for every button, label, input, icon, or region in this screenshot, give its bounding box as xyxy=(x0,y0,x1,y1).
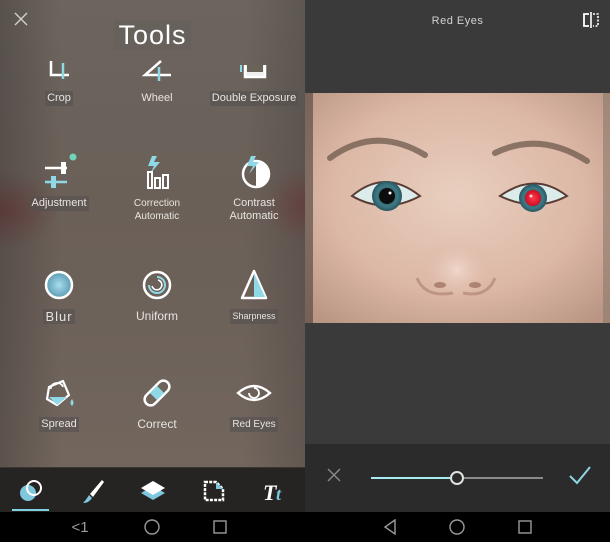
compare-icon xyxy=(583,12,599,28)
home-button[interactable] xyxy=(142,517,162,537)
auto-correction-icon xyxy=(147,156,169,189)
eye-icon xyxy=(236,384,272,402)
double-exposure-icon xyxy=(240,65,267,79)
tool-label: Blur xyxy=(43,309,75,324)
slider-fill xyxy=(371,477,457,479)
tool-uniform[interactable]: Uniform xyxy=(106,265,208,325)
tab-brush[interactable] xyxy=(61,468,122,513)
check-icon xyxy=(569,466,591,485)
tool-label: Correct xyxy=(137,417,177,431)
tool-label: Crop xyxy=(45,91,73,106)
strength-slider[interactable] xyxy=(371,471,543,485)
android-nav-bar-left: <1 xyxy=(0,512,305,542)
back-icon xyxy=(383,519,396,535)
tool-label: Contrast Automatic xyxy=(229,197,279,222)
tool-label: Spread xyxy=(39,417,79,432)
apply-button[interactable] xyxy=(568,464,592,486)
tool-label: Wheel xyxy=(141,92,173,104)
red-eyes-panel: Red Eyes xyxy=(305,0,610,512)
close-icon xyxy=(327,468,341,482)
tool-label: Adjustment xyxy=(29,196,89,211)
panel-title: Red Eyes xyxy=(431,15,484,27)
tool-label: Double Exposure xyxy=(209,91,299,106)
tool-correction-automatic[interactable]: Correction Automatic xyxy=(106,152,208,224)
home-icon xyxy=(449,519,465,535)
tab-layers[interactable] xyxy=(122,468,183,513)
back-button[interactable] xyxy=(380,517,400,537)
tool-double-exposure[interactable]: Double Exposure xyxy=(203,55,305,106)
tab-frames[interactable] xyxy=(183,468,244,513)
tool-wheel[interactable]: Wheel xyxy=(106,55,208,106)
sharpness-icon xyxy=(240,269,268,300)
text-icon: T t xyxy=(263,480,282,505)
brush-icon xyxy=(82,479,104,503)
back-button[interactable]: <1 xyxy=(70,517,90,537)
tool-crop[interactable]: Crop xyxy=(8,55,110,106)
home-icon xyxy=(144,519,160,535)
tool-correct[interactable]: Correct xyxy=(106,373,208,433)
tools-title: Tools xyxy=(0,20,305,51)
auto-contrast-icon xyxy=(241,156,271,189)
tab-text[interactable]: T t xyxy=(244,468,305,513)
tool-sharpness[interactable]: Sharpness xyxy=(203,265,305,324)
home-button[interactable] xyxy=(447,517,467,537)
adjust-controls-bar xyxy=(305,444,610,512)
slider-thumb[interactable] xyxy=(450,471,464,485)
uniform-icon xyxy=(142,270,172,300)
tool-spread[interactable]: Spread xyxy=(8,373,110,432)
wheel-icon xyxy=(141,60,171,81)
tool-red-eyes[interactable]: Red Eyes xyxy=(203,373,305,432)
tool-contrast-automatic[interactable]: Contrast Automatic xyxy=(203,152,305,224)
bottom-tab-bar: T t xyxy=(0,467,305,512)
photo-canvas[interactable] xyxy=(305,93,610,323)
tool-label: Uniform xyxy=(135,309,178,323)
adjustment-sliders-icon xyxy=(45,153,77,188)
cancel-button[interactable] xyxy=(325,466,343,484)
tool-label: Sharpness xyxy=(230,309,278,324)
tab-effects[interactable] xyxy=(0,468,61,513)
new-badge xyxy=(69,153,77,161)
recents-button[interactable] xyxy=(210,517,230,537)
tool-blur[interactable]: Blur xyxy=(8,265,110,326)
back-icon: <1 xyxy=(71,518,89,536)
recents-button[interactable] xyxy=(515,517,535,537)
face-photo xyxy=(305,93,610,323)
recents-icon xyxy=(518,520,532,534)
tool-label: Correction Automatic xyxy=(133,198,181,222)
tools-panel: Tools Crop Wheel Double Exposure Adjustm… xyxy=(0,0,305,542)
tool-adjustment[interactable]: Adjustment xyxy=(8,152,110,211)
bandage-icon xyxy=(143,379,171,407)
frame-icon xyxy=(203,480,224,501)
blur-icon xyxy=(44,270,74,300)
spread-bucket-icon xyxy=(45,379,74,407)
crop-icon xyxy=(49,61,69,79)
nose xyxy=(415,227,497,299)
android-nav-bar-right xyxy=(305,512,610,542)
svg-text:t: t xyxy=(276,484,282,504)
recents-icon xyxy=(213,520,227,534)
tool-label: Red Eyes xyxy=(230,417,278,432)
compare-button[interactable] xyxy=(582,12,600,28)
circles-icon xyxy=(19,479,42,501)
layers-icon xyxy=(140,480,165,500)
